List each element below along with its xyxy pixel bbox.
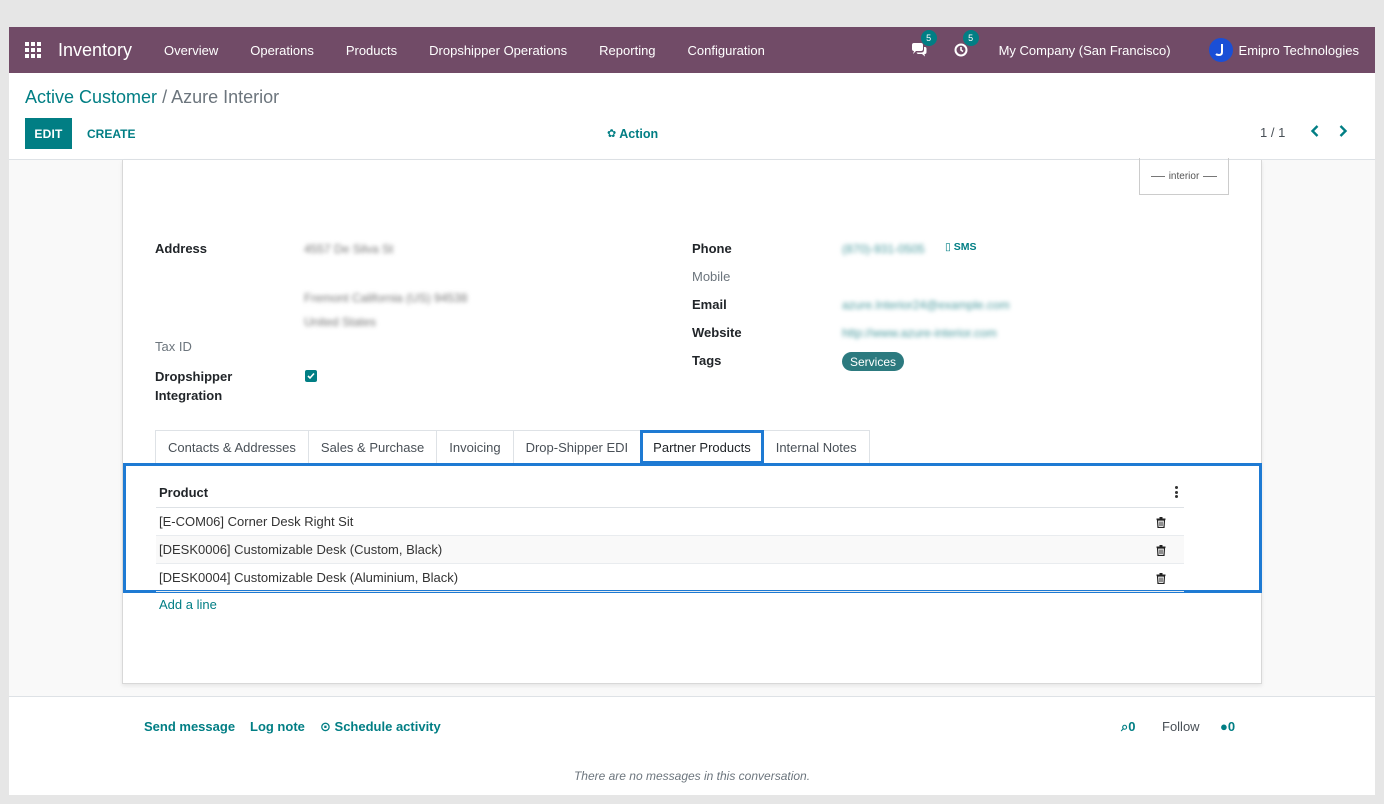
pager-next-button[interactable] <box>1338 125 1348 140</box>
company-switcher[interactable]: My Company (San Francisco) <box>999 43 1171 58</box>
product-cell[interactable]: [E-COM06] Corner Desk Right Sit <box>159 514 353 529</box>
menu-products[interactable]: Products <box>330 43 413 58</box>
app-frame: Inventory Overview Operations Products D… <box>9 27 1375 795</box>
messages-count-badge: 5 <box>920 30 937 46</box>
breadcrumb: Active Customer / Azure Interior <box>25 87 279 108</box>
column-options-icon[interactable] <box>1175 486 1178 498</box>
action-menu-button[interactable]: ✿ Action <box>607 118 658 149</box>
create-button[interactable]: CREATE <box>80 118 142 149</box>
send-message-button[interactable]: Send message <box>144 719 235 734</box>
no-messages-text: There are no messages in this conversati… <box>573 769 811 783</box>
partner-logo[interactable]: interior <box>1139 158 1229 195</box>
dropshipper-label-line2: Integration <box>155 388 223 403</box>
chat-bubbles-icon <box>911 43 927 57</box>
clock-icon <box>954 43 968 57</box>
follow-button[interactable]: Follow <box>1162 719 1200 734</box>
schedule-activity-label: Schedule activity <box>334 719 441 734</box>
breadcrumb-current: Azure Interior <box>171 87 280 107</box>
website-label: Website <box>692 325 742 340</box>
sms-button[interactable]: ▯ SMS <box>945 241 976 253</box>
tax-id-label: Tax ID <box>155 339 192 354</box>
menu-operations[interactable]: Operations <box>234 43 330 58</box>
menu-overview[interactable]: Overview <box>148 43 234 58</box>
edit-button[interactable]: EDIT <box>25 118 72 149</box>
trash-icon[interactable] <box>1156 572 1166 587</box>
followers-button[interactable]: ●0 <box>1220 719 1235 734</box>
user-logo-icon <box>1214 44 1223 57</box>
check-icon <box>307 372 315 380</box>
mobile-label: Mobile <box>692 269 731 284</box>
followers-count: 0 <box>1227 719 1236 734</box>
top-navbar: Inventory Overview Operations Products D… <box>9 27 1375 73</box>
gear-icon: ✿ <box>607 128 617 140</box>
table-row[interactable]: [DESK0006] Customizable Desk (Custom, Bl… <box>156 536 1184 564</box>
user-avatar[interactable] <box>1208 38 1233 62</box>
pager-previous-button[interactable] <box>1310 125 1320 140</box>
chevron-right-icon <box>1339 125 1348 137</box>
action-label: Action <box>619 126 659 141</box>
chevron-left-icon <box>1310 125 1319 137</box>
menu-configuration[interactable]: Configuration <box>672 43 781 58</box>
website-value[interactable]: http://www.azure-interior.com <box>842 326 997 340</box>
address-label: Address <box>155 241 208 256</box>
product-cell[interactable]: [DESK0006] Customizable Desk (Custom, Bl… <box>159 542 442 557</box>
control-panel: Active Customer / Azure Interior EDIT CR… <box>9 73 1375 160</box>
attachments-button[interactable]: ⌕0 <box>1121 719 1136 735</box>
clock-icon: ⊙ <box>320 719 331 734</box>
messaging-button[interactable]: 5 <box>909 30 937 60</box>
schedule-activity-button[interactable]: ⊙ Schedule activity <box>320 719 441 735</box>
apps-menu-icon[interactable] <box>25 42 41 58</box>
trash-icon[interactable] <box>1156 544 1166 559</box>
app-title[interactable]: Inventory <box>58 40 132 61</box>
table-row[interactable]: [E-COM06] Corner Desk Right Sit <box>156 508 1184 536</box>
tags-label: Tags <box>692 353 722 368</box>
tag-services[interactable]: Services <box>842 352 905 371</box>
email-label: Email <box>692 297 727 312</box>
tab-contacts-addresses[interactable]: Contacts & Addresses <box>155 430 308 464</box>
chatter: Send message Log note ⊙ Schedule activit… <box>9 697 1375 795</box>
breadcrumb-parent-link[interactable]: Active Customer <box>25 87 157 107</box>
attachments-count: 0 <box>1128 719 1136 734</box>
table-header: Product <box>156 478 1184 508</box>
menu-dropshipper-operations[interactable]: Dropshipper Operations <box>413 43 583 58</box>
table-row[interactable]: [DESK0004] Customizable Desk (Aluminium,… <box>156 564 1184 592</box>
address-city-state-zip: Fremont California (US) 94538 <box>304 291 468 305</box>
product-column-header[interactable]: Product <box>159 485 208 500</box>
notebook-tabs: Contacts & Addresses Sales & Purchase In… <box>155 430 870 464</box>
activities-button[interactable]: 5 <box>951 30 979 60</box>
tab-partner-products[interactable]: Partner Products <box>640 430 764 464</box>
address-street: 4557 De Silva St <box>304 242 394 256</box>
navbar-systray: 5 5 My Company (San Francisco) Emipro Te… <box>909 27 1375 73</box>
log-note-button[interactable]: Log note <box>250 719 305 734</box>
phone-label: Phone <box>692 241 732 256</box>
logo-text: interior <box>1168 170 1200 182</box>
form-sheet: interior Address 4557 De Silva St Fremon… <box>122 158 1262 684</box>
product-cell[interactable]: [DESK0004] Customizable Desk (Aluminium,… <box>159 570 458 585</box>
menu-reporting[interactable]: Reporting <box>583 43 671 58</box>
add-a-line-link[interactable]: Add a line <box>159 597 217 612</box>
sms-label: SMS <box>953 241 977 253</box>
dropshipper-integration-checkbox[interactable] <box>305 370 317 382</box>
tab-internal-notes[interactable]: Internal Notes <box>763 430 870 464</box>
user-icon: ● <box>1220 719 1228 734</box>
address-country: United States <box>304 315 377 329</box>
dropshipper-label-line1: Dropshipper <box>155 369 233 384</box>
pager-value[interactable]: 1 / 1 <box>1260 125 1285 140</box>
mobile-icon: ▯ <box>945 241 951 253</box>
trash-icon[interactable] <box>1156 516 1166 531</box>
partner-products-table: Product [E-COM06] Corner Desk Right Sit … <box>156 478 1184 592</box>
activities-count-badge: 5 <box>962 30 979 46</box>
tab-sales-purchase[interactable]: Sales & Purchase <box>307 430 437 464</box>
phone-value[interactable]: (870)-931-0505 <box>842 242 925 256</box>
tab-drop-shipper-edi[interactable]: Drop-Shipper EDI <box>512 430 641 464</box>
breadcrumb-separator: / <box>162 87 168 107</box>
email-value[interactable]: azure.Interior24@example.com <box>842 298 1010 312</box>
tab-invoicing[interactable]: Invoicing <box>436 430 513 464</box>
user-menu[interactable]: Emipro Technologies <box>1239 43 1359 58</box>
